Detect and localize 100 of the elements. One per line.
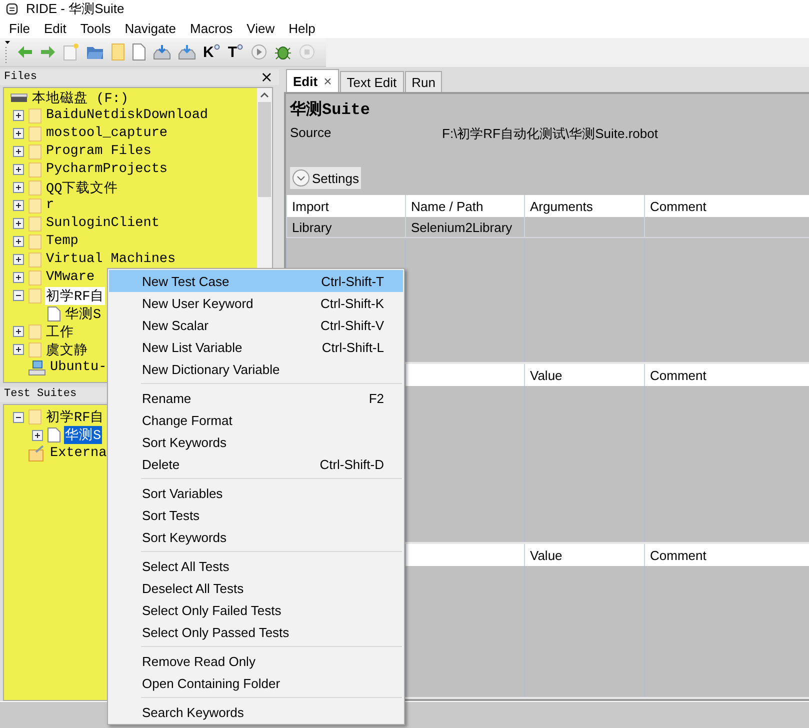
tree-item[interactable]: Temp bbox=[45, 234, 80, 250]
collapse-icon[interactable] bbox=[13, 412, 24, 423]
panel-title: Files bbox=[4, 70, 38, 83]
column-header: Comment bbox=[644, 544, 809, 566]
menu-item[interactable]: New List Variable Ctrl-Shift-L bbox=[109, 336, 403, 358]
menu-item[interactable]: Select Only Failed Tests bbox=[109, 599, 403, 621]
column-header: Arguments bbox=[524, 195, 644, 217]
save-icon[interactable] bbox=[153, 44, 171, 60]
expand-icon[interactable] bbox=[13, 254, 24, 266]
expand-icon[interactable] bbox=[13, 272, 24, 284]
tree-item[interactable]: 华测S bbox=[64, 304, 102, 323]
tree-item[interactable]: 工作 bbox=[45, 322, 75, 341]
close-button[interactable]: × bbox=[258, 70, 275, 84]
menu-item[interactable]: Sort Variables bbox=[109, 482, 403, 504]
expand-icon[interactable] bbox=[13, 182, 24, 194]
open-folder-icon[interactable] bbox=[86, 44, 104, 60]
toolbar-grip-icon[interactable] bbox=[4, 41, 10, 63]
tree-item[interactable]: r bbox=[45, 198, 56, 214]
folder-wrench-icon bbox=[28, 444, 46, 462]
menu-item[interactable]: Delete Ctrl-Shift-D bbox=[109, 453, 403, 475]
tree-item[interactable]: Virtual Machines bbox=[45, 252, 177, 268]
menu-item[interactable]: Sort Tests bbox=[109, 504, 403, 526]
search-button[interactable]: T bbox=[228, 44, 244, 60]
tab[interactable]: Run bbox=[404, 71, 442, 92]
menu-item[interactable]: Select All Tests bbox=[109, 555, 403, 577]
save-icon[interactable] bbox=[178, 44, 196, 60]
chevron-down-icon bbox=[292, 169, 310, 187]
column-header: Value bbox=[524, 544, 644, 566]
menu-item[interactable]: Macros bbox=[183, 20, 240, 36]
expand-icon[interactable] bbox=[13, 110, 24, 122]
expand-icon[interactable] bbox=[13, 344, 24, 356]
computer-icon bbox=[28, 360, 46, 376]
tree-item[interactable]: 本地磁盘 (F:) bbox=[31, 88, 130, 107]
menu-item[interactable]: View bbox=[240, 20, 282, 36]
source-path: F:\初学RF自动化测试\华测Suite.robot bbox=[442, 125, 658, 143]
expand-icon[interactable] bbox=[13, 326, 24, 338]
search-button[interactable]: K bbox=[203, 44, 221, 60]
column-header: Comment bbox=[644, 195, 809, 217]
settings-toggle-button[interactable]: Settings bbox=[290, 167, 361, 189]
tree-item[interactable]: 虞文静 bbox=[45, 340, 89, 359]
menu-item[interactable]: Open Containing Folder bbox=[109, 672, 403, 694]
menu-item[interactable]: Sort Keywords bbox=[109, 431, 403, 453]
column-header: Value bbox=[524, 364, 644, 386]
column-header: Name / Path bbox=[405, 195, 524, 217]
menu-item[interactable]: Edit bbox=[36, 20, 74, 36]
tab[interactable]: Edit × bbox=[286, 69, 339, 92]
tree-item[interactable]: 华测S bbox=[64, 426, 102, 444]
close-tab-button[interactable]: × bbox=[324, 73, 332, 89]
expand-icon[interactable] bbox=[13, 164, 24, 176]
tab[interactable]: Text Edit bbox=[340, 71, 404, 92]
menu-item[interactable]: New Scalar Ctrl-Shift-V bbox=[109, 314, 403, 336]
field-label: Source bbox=[290, 125, 332, 142]
tree-item[interactable]: mostool_capture bbox=[45, 126, 169, 142]
column-header: Comment bbox=[644, 364, 809, 386]
menu-item[interactable]: New Dictionary Variable bbox=[109, 358, 403, 380]
menu-item[interactable]: Deselect All Tests bbox=[109, 577, 403, 599]
tree-item[interactable]: BaiduNetdiskDownload bbox=[45, 108, 210, 124]
menu-item[interactable]: Select Only Passed Tests bbox=[109, 621, 403, 643]
file-icon[interactable] bbox=[132, 43, 146, 61]
folder-icon bbox=[28, 126, 42, 142]
drive-icon bbox=[10, 92, 28, 103]
menu-item[interactable]: Rename F2 bbox=[109, 387, 403, 409]
menu-item[interactable]: Tools bbox=[73, 20, 118, 36]
folder-icon bbox=[28, 288, 42, 304]
expand-icon[interactable] bbox=[13, 146, 24, 158]
expand-icon[interactable] bbox=[13, 218, 24, 230]
tree-item[interactable]: 初学RF自 bbox=[45, 408, 106, 426]
expand-icon[interactable] bbox=[13, 236, 24, 248]
tree-item[interactable]: Ubuntu- bbox=[49, 360, 108, 376]
menu-item[interactable]: New Test Case Ctrl-Shift-T bbox=[109, 270, 403, 292]
scroll-up-icon[interactable] bbox=[260, 92, 269, 98]
folder-icon bbox=[28, 342, 42, 358]
menu-item[interactable]: New User Keyword Ctrl-Shift-K bbox=[109, 292, 403, 314]
tree-item[interactable]: Program Files bbox=[45, 144, 152, 160]
menu-item[interactable]: Change Format bbox=[109, 409, 403, 431]
expand-icon[interactable] bbox=[13, 128, 24, 140]
menu-item[interactable]: File bbox=[2, 20, 37, 36]
tree-item[interactable]: SunloginClient bbox=[45, 216, 160, 232]
table-cell: Selenium2Library bbox=[405, 217, 524, 237]
menu-item[interactable]: Remove Read Only bbox=[109, 650, 403, 672]
folder-icon bbox=[28, 409, 42, 426]
column-header: Import bbox=[286, 195, 405, 217]
menu-item[interactable]: Navigate bbox=[118, 20, 184, 36]
play-icon[interactable] bbox=[251, 44, 268, 60]
menu-item[interactable]: Sort Keywords bbox=[109, 526, 403, 548]
folder-icon bbox=[28, 252, 42, 268]
tree-item[interactable]: QQ下载文件 bbox=[45, 178, 120, 197]
app-icon bbox=[6, 3, 18, 15]
panel-title: Test Suites bbox=[4, 388, 77, 400]
menu-item[interactable]: Help bbox=[282, 20, 322, 36]
tree-item[interactable]: Externa bbox=[49, 446, 108, 461]
tree-item[interactable]: VMware bbox=[45, 270, 96, 286]
expand-icon[interactable] bbox=[13, 200, 24, 212]
suite-title: 华测Suite bbox=[288, 100, 372, 120]
tree-item[interactable]: PycharmProjects bbox=[45, 162, 169, 178]
expand-icon[interactable] bbox=[32, 430, 43, 441]
table-cell: Library bbox=[286, 217, 405, 237]
folder-icon bbox=[28, 144, 42, 160]
collapse-icon[interactable] bbox=[13, 290, 24, 302]
window-title: RIDE - 华测Suite bbox=[26, 0, 124, 18]
